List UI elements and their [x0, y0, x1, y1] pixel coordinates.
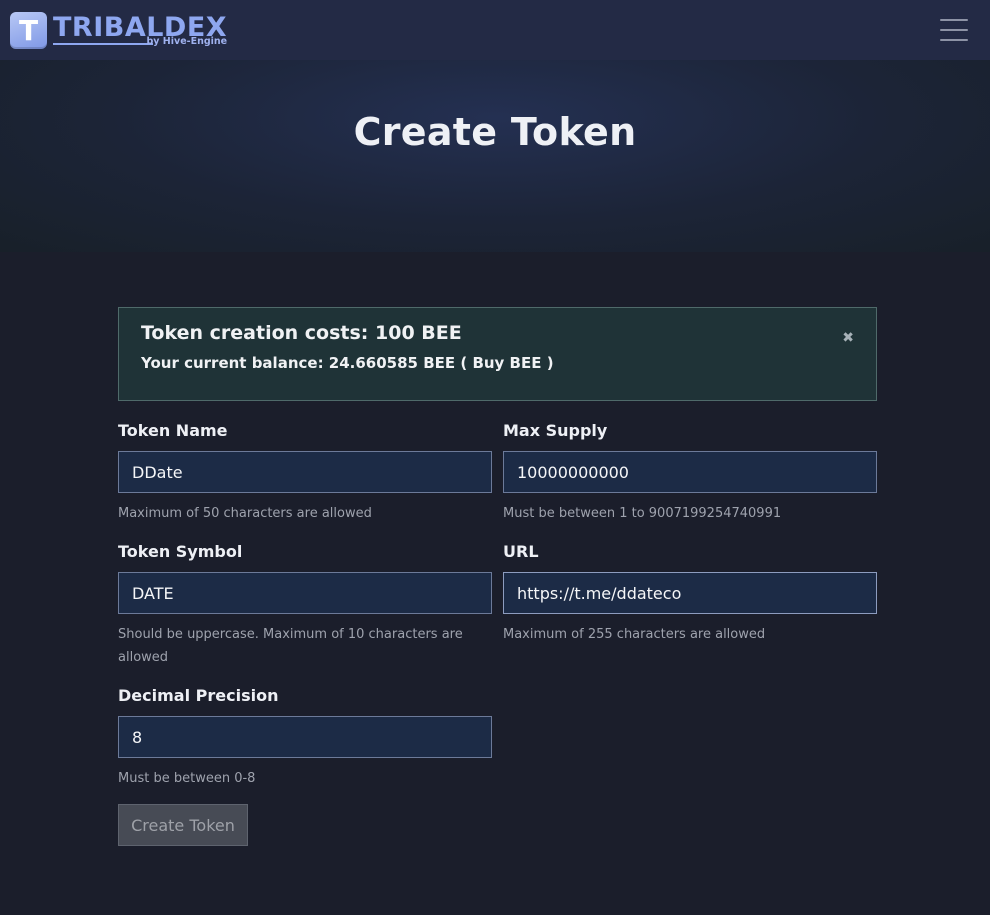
max-supply-label: Max Supply	[503, 421, 608, 440]
token-name-input[interactable]	[118, 451, 492, 493]
token-name-group: Token Name Maximum of 50 characters are …	[118, 421, 492, 525]
token-symbol-help: Should be uppercase. Maximum of 10 chara…	[118, 627, 463, 665]
menu-bar	[940, 19, 968, 21]
page-title: Create Token	[353, 110, 637, 154]
max-supply-group: Max Supply Must be between 1 to 90071992…	[503, 421, 877, 525]
url-help: Maximum of 255 characters are allowed	[503, 627, 766, 642]
close-icon[interactable]: ✖	[842, 330, 854, 346]
max-supply-help: Must be between 1 to 9007199254740991	[503, 506, 782, 521]
page-header: Create Token	[0, 60, 990, 252]
url-input[interactable]	[503, 572, 877, 614]
token-symbol-group: Token Symbol Should be uppercase. Maximu…	[118, 542, 492, 669]
token-name-help: Maximum of 50 characters are allowed	[118, 506, 372, 521]
brand-text: TRIBALDEX by Hive-Engine	[53, 14, 227, 47]
navbar: T TRIBALDEX by Hive-Engine	[0, 0, 990, 60]
cost-alert: Token creation costs: 100 BEE Your curre…	[118, 307, 877, 401]
decimal-precision-label: Decimal Precision	[118, 686, 279, 705]
balance-text: Your current balance: 24.660585 BEE (	[141, 354, 468, 372]
alert-title: Token creation costs: 100 BEE	[141, 322, 462, 344]
buy-bee-link[interactable]: Buy BEE	[467, 354, 546, 372]
alert-balance: Your current balance: 24.660585 BEE ( Bu…	[141, 354, 854, 372]
decimal-precision-help: Must be between 0-8	[118, 771, 256, 786]
brand-subtitle: by Hive-Engine	[146, 35, 228, 47]
hamburger-menu-icon[interactable]	[940, 19, 968, 41]
token-symbol-input[interactable]	[118, 572, 492, 614]
token-name-label: Token Name	[118, 421, 228, 440]
token-symbol-label: Token Symbol	[118, 542, 243, 561]
balance-suffix: )	[546, 354, 554, 372]
logo-icon: T	[10, 11, 47, 49]
url-group: URL Maximum of 255 characters are allowe…	[503, 542, 877, 646]
menu-bar	[940, 39, 968, 41]
url-label: URL	[503, 542, 539, 561]
menu-bar	[940, 29, 968, 31]
decimal-precision-group: Decimal Precision Must be between 0-8	[118, 686, 492, 790]
max-supply-input[interactable]	[503, 451, 877, 493]
brand-logo[interactable]: T TRIBALDEX by Hive-Engine	[10, 11, 227, 49]
brand-underline	[53, 42, 153, 45]
create-token-button[interactable]: Create Token	[118, 804, 248, 846]
decimal-precision-input[interactable]	[118, 716, 492, 758]
